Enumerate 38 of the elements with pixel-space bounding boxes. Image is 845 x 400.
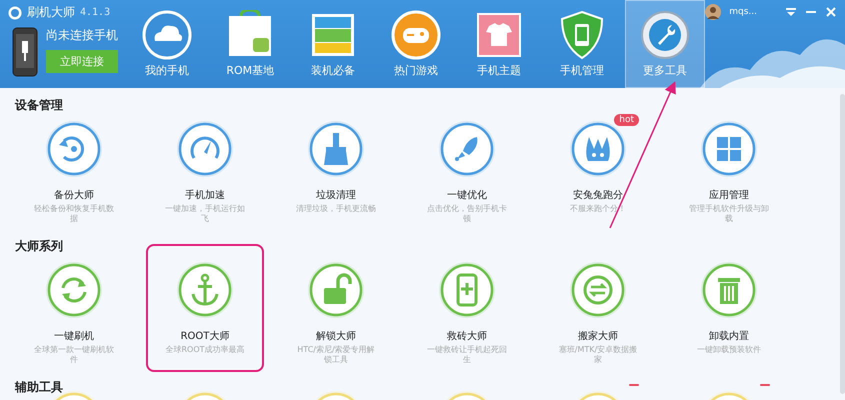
tool-name[interactable]: 垃圾清理 [316,188,356,202]
nav-tab[interactable]: ROM基地 [210,0,290,88]
app-version: 4.1.3 [80,7,110,18]
tool-description: 管理手机软件升级与卸载 [688,204,770,224]
tool-description: 不服来跑个分！ [569,204,627,214]
tool-description: 一键加速，手机运行如飞 [164,204,246,224]
hot-badge: hot [614,114,639,126]
nav-tab[interactable]: 热门游戏 [376,0,456,88]
tool-name[interactable]: 搬家大师 [578,329,618,343]
tool-description: 轻松备份和恢复手机数据 [33,204,115,224]
tool-description: 全球ROOT成功率最高 [164,345,246,355]
tool-description: HTC/索尼/索爱专用解锁工具 [296,345,376,364]
tool-name[interactable]: 救砖大师 [447,329,487,343]
tool-name[interactable]: 备份大师 [54,188,94,202]
tool-name[interactable]: 卸载内置 [709,329,749,343]
user-name: mqs... [729,7,757,17]
tool-description: 清理垃圾，手机更流畅 [295,204,377,214]
section-title: 大师系列 [15,239,64,254]
app-title: 刷机大师 [27,4,75,21]
tool-description: 点击优化，告别手机卡顿 [426,204,508,224]
tool-description: 一键卸载预装软件 [696,345,762,355]
tool-description: 一键救砖让手机起死回生 [426,345,508,364]
nav-tab[interactable]: 装机必备 [293,0,374,88]
section-title: 辅助工具 [15,380,64,395]
tool-name[interactable]: ROOT大师 [180,329,230,343]
tool-name[interactable]: 一键刷机 [54,329,94,343]
tool-name[interactable]: 解锁大师 [316,329,356,343]
tool-name[interactable]: 安兔兔跑分 [573,188,623,202]
nav-tab[interactable]: 手机管理 [542,0,622,88]
nav-tab[interactable]: 我的手机 [127,0,208,88]
nav-tab[interactable]: 手机主题 [459,0,540,88]
tool-name[interactable]: 应用管理 [709,188,749,202]
device-status: 尚未连接手机 [46,27,118,44]
tool-name[interactable]: 手机加速 [185,188,225,202]
tool-description: 全球第一款一键刷机软件 [33,345,115,364]
tool-description: 塞班/MTK/安卓数据搬家 [558,345,638,364]
tool-name[interactable]: 一键优化 [447,188,487,202]
section-title: 设备管理 [15,98,64,113]
